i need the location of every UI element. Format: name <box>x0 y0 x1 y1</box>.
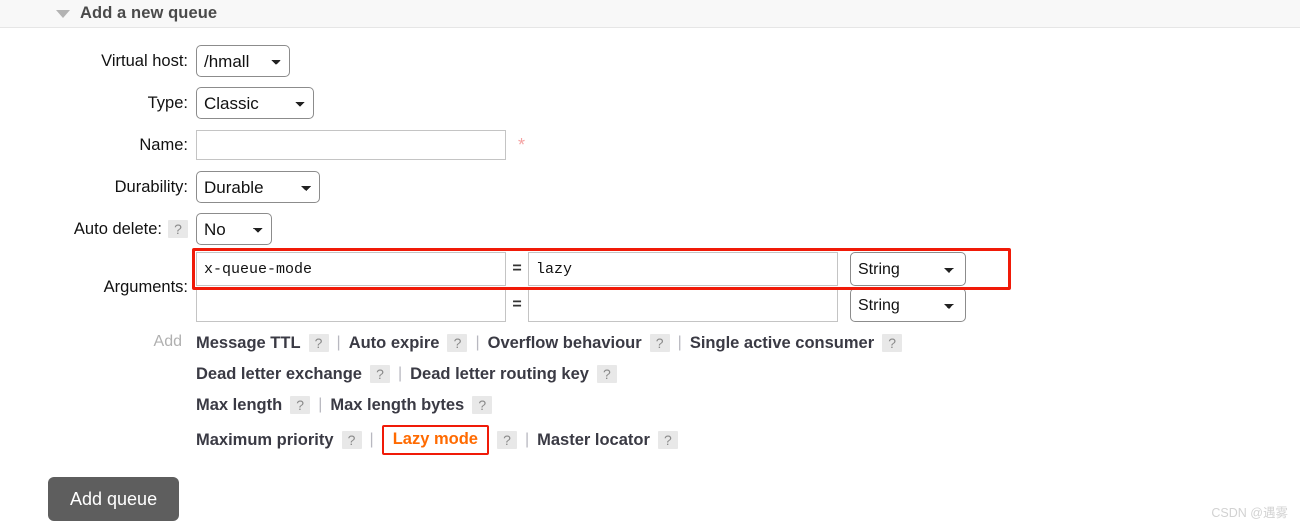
preset-dead-letter-exchange-help-icon[interactable]: ? <box>369 365 390 383</box>
preset-dead-letter-exchange[interactable]: Dead letter exchange <box>196 363 362 385</box>
argument-type-select[interactable]: String <box>850 252 966 286</box>
form-row-name: Name: * <box>0 124 1300 166</box>
form-row-durability: Durability: Durable <box>0 166 1300 208</box>
preset-dead-letter-routing-key[interactable]: Dead letter routing key <box>410 363 589 385</box>
argument-value-input[interactable] <box>528 252 838 286</box>
argument-row: = String <box>196 252 966 286</box>
preset-max-length[interactable]: Max length <box>196 394 282 416</box>
preset-separator: | <box>318 396 323 413</box>
preset-separator: | <box>475 334 480 351</box>
argument-row: = String <box>196 288 966 322</box>
preset-separator: | <box>524 431 530 448</box>
preset-dead-letter-routing-key-help-icon[interactable]: ? <box>596 365 617 383</box>
argument-value-input[interactable] <box>528 288 838 322</box>
durability-label: Durability: <box>0 178 196 197</box>
queue-type-select[interactable]: Classic <box>196 87 314 119</box>
required-marker: * <box>518 135 526 155</box>
auto-delete-select[interactable]: No <box>196 213 272 245</box>
preset-maximum-priority-help-icon[interactable]: ? <box>341 431 362 449</box>
preset-lazy-mode[interactable]: Lazy mode <box>393 430 478 448</box>
preset-lazy-mode-help-icon[interactable]: ? <box>496 431 517 449</box>
auto-delete-label: Auto delete: ? <box>0 220 196 239</box>
preset-separator: | <box>336 334 341 351</box>
name-control: * <box>196 130 525 160</box>
name-label: Name: <box>0 136 196 155</box>
preset-line: Dead letter exchange ? | Dead letter rou… <box>196 363 902 385</box>
triangle-down-icon[interactable] <box>56 9 70 18</box>
preset-line: Message TTL ? | Auto expire ? | Overflow… <box>196 332 903 354</box>
preset-overflow-behaviour-help-icon[interactable]: ? <box>649 334 670 352</box>
virtual-host-control: /hmall <box>196 45 290 77</box>
durability-select[interactable]: Durable <box>196 171 320 203</box>
argument-equals-sign: = <box>512 260 522 277</box>
form-row-arguments: Arguments: = String = String <box>0 248 1300 324</box>
argument-key-input[interactable] <box>196 252 506 286</box>
auto-delete-control: No <box>196 213 272 245</box>
arguments-label-text: Arguments: <box>103 277 188 296</box>
preset-auto-expire-help-icon[interactable]: ? <box>447 334 468 352</box>
preset-master-locator-help-icon[interactable]: ? <box>657 431 678 449</box>
argument-key-input[interactable] <box>196 288 506 322</box>
preset-separator: | <box>397 365 403 382</box>
preset-auto-expire[interactable]: Auto expire <box>349 332 440 354</box>
auto-delete-label-text: Auto delete: <box>73 219 162 238</box>
virtual-host-label-text: Virtual host: <box>101 51 188 70</box>
argument-equals-sign: = <box>512 296 522 313</box>
auto-delete-help-icon[interactable]: ? <box>168 220 188 238</box>
arguments-label: Arguments: <box>0 278 196 297</box>
preset-max-length-bytes-help-icon[interactable]: ? <box>472 396 493 414</box>
preset-max-length-bytes[interactable]: Max length bytes <box>330 394 464 416</box>
preset-max-length-help-icon[interactable]: ? <box>290 396 311 414</box>
preset-line: Max length ? | Max length bytes ? <box>196 394 902 416</box>
preset-message-ttl[interactable]: Message TTL <box>196 332 301 354</box>
page-title: Add a new queue <box>80 4 218 22</box>
virtual-host-select[interactable]: /hmall <box>196 45 290 77</box>
preset-master-locator[interactable]: Master locator <box>537 429 650 451</box>
preset-separator: | <box>677 334 682 351</box>
virtual-host-label: Virtual host: <box>0 52 196 71</box>
queue-name-input[interactable] <box>196 130 506 160</box>
form-row-virtual-host: Virtual host: /hmall <box>0 40 1300 82</box>
preset-separator: | <box>369 431 374 448</box>
add-queue-button[interactable]: Add queue <box>48 477 180 521</box>
section-header[interactable]: Add a new queue <box>0 0 1300 28</box>
preset-link-lines: Message TTL ? | Auto expire ? | Overflow… <box>196 330 903 455</box>
add-argument-label: Add <box>153 333 182 350</box>
preset-message-ttl-help-icon[interactable]: ? <box>308 334 329 352</box>
preset-overflow-behaviour[interactable]: Overflow behaviour <box>488 332 642 354</box>
preset-maximum-priority[interactable]: Maximum priority <box>196 429 334 451</box>
form-row-auto-delete: Auto delete: ? No <box>0 208 1300 250</box>
durability-label-text: Durability: <box>114 177 188 196</box>
argument-type-select[interactable]: String <box>850 288 966 322</box>
type-control: Classic <box>196 87 314 119</box>
arguments-control: = String = String <box>192 248 1011 322</box>
preset-lazy-mode-highlight-box: Lazy mode <box>381 425 489 455</box>
type-label-text: Type: <box>147 93 188 112</box>
form-actions: Add queue <box>0 477 1300 521</box>
preset-line: Maximum priority ? | Lazy mode ? | Maste… <box>196 425 902 455</box>
add-queue-form: Virtual host: /hmall Type: Classic Name:… <box>0 28 1300 521</box>
argument-presets: Add Message TTL ? | Auto expire ? | Over… <box>0 330 1300 455</box>
watermark: CSDN @遇雾 <box>1211 506 1288 520</box>
type-label: Type: <box>0 94 196 113</box>
durability-control: Durable <box>196 171 320 203</box>
form-row-type: Type: Classic <box>0 82 1300 124</box>
preset-single-active-consumer-help-icon[interactable]: ? <box>882 334 903 352</box>
preset-single-active-consumer[interactable]: Single active consumer <box>690 332 874 354</box>
name-label-text: Name: <box>139 135 188 154</box>
